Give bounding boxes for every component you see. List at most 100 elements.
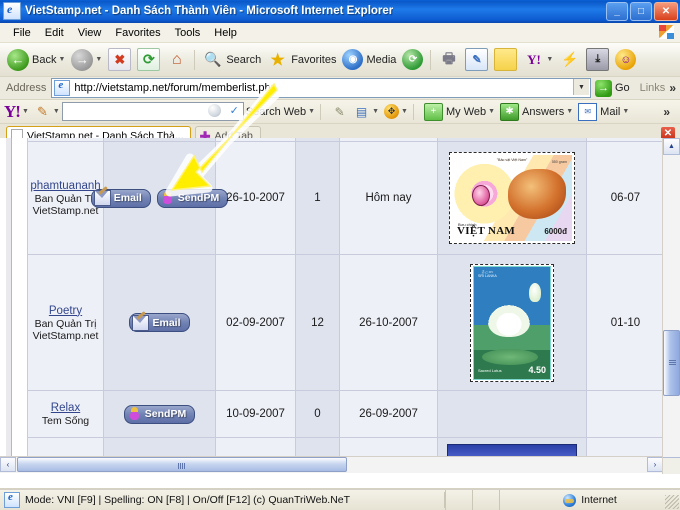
yahoo-logo-icon[interactable]: Y!: [4, 103, 21, 120]
stamp-country: VIỆT NAM: [457, 225, 516, 237]
links-label[interactable]: Links: [640, 82, 666, 94]
sendpm-button-label: SendPM: [177, 192, 220, 204]
go-button[interactable]: → Go: [594, 79, 630, 97]
yahoo-antispy-icon[interactable]: ✥: [384, 104, 400, 119]
emoticon-button[interactable]: ☺: [612, 46, 639, 74]
yahoo-highlight-icon[interactable]: ✎: [331, 104, 348, 120]
yahoo-toolbar-button[interactable]: Y! ▼: [520, 46, 556, 74]
yahoo-pencil-dropdown-icon[interactable]: ▼: [53, 108, 60, 115]
yahoo-logo-dropdown-icon[interactable]: ▼: [22, 108, 29, 115]
cell-joined: 10-09-2007: [215, 390, 296, 438]
download-button[interactable]: ⤓: [583, 46, 612, 74]
status-bar: Mode: VNI [F9] | Spelling: ON [F8] | On/…: [0, 489, 680, 510]
favorites-label: Favorites: [291, 53, 337, 66]
menu-item-favorites[interactable]: Favorites: [108, 26, 167, 40]
my-web-icon: +: [423, 102, 443, 121]
menu-item-help[interactable]: Help: [207, 26, 244, 40]
yahoo-search-dropdown-icon[interactable]: ▼: [308, 108, 315, 115]
mail-dropdown-icon[interactable]: ▼: [622, 108, 629, 115]
edit-button[interactable]: ✎: [462, 46, 491, 74]
history-button[interactable]: ⟳: [399, 46, 426, 74]
cell-posts: 1: [295, 141, 340, 255]
vertical-scrollbar[interactable]: ▲ ▼: [662, 138, 680, 474]
username-link[interactable]: Poetry: [28, 304, 103, 318]
home-button[interactable]: ⌂: [163, 46, 190, 74]
notes-button[interactable]: [491, 46, 520, 74]
stop-button[interactable]: ✖: [105, 46, 134, 74]
horizontal-scroll-thumb[interactable]: [17, 457, 347, 472]
minimize-button[interactable]: _: [606, 2, 628, 21]
my-web-button[interactable]: My Web: [446, 106, 486, 118]
yahoo-pencil-icon[interactable]: ✎: [34, 104, 51, 120]
yahoo-tabs-icon[interactable]: ▤: [353, 104, 370, 120]
username-link[interactable]: Relax: [28, 401, 103, 415]
yahoo-separator-2: [412, 103, 414, 120]
favorites-button[interactable]: ★ Favorites: [264, 46, 339, 74]
cell-contact: SendPM: [103, 390, 216, 438]
horizontal-scrollbar[interactable]: ‹ ›: [0, 456, 663, 473]
back-button[interactable]: ← Back ▼: [4, 46, 68, 74]
envelope-pencil-icon: [93, 190, 111, 206]
menu-item-view[interactable]: View: [71, 26, 109, 40]
back-dropdown-icon[interactable]: ▼: [58, 56, 65, 63]
email-button[interactable]: Email: [129, 313, 190, 332]
scroll-right-button[interactable]: ›: [647, 457, 663, 472]
address-input[interactable]: http://vietstamp.net/forum/memberlist.ph…: [51, 78, 591, 98]
back-label: Back: [32, 53, 57, 66]
refresh-button[interactable]: ⟳: [134, 46, 163, 74]
yahoo-icon: Y!: [527, 51, 541, 67]
forward-dropdown-icon[interactable]: ▼: [95, 56, 102, 63]
maximize-button[interactable]: □: [630, 2, 652, 21]
stamp-artwork: ශ්‍රී ලංකා SRI LANKA Sacred Lotus 4.50: [473, 265, 551, 380]
mail-button[interactable]: Mail: [600, 106, 620, 118]
sendpm-button[interactable]: SendPM: [156, 188, 229, 208]
forward-button[interactable]: → ▼: [68, 46, 105, 74]
scroll-up-button[interactable]: ▲: [663, 138, 680, 155]
menu-item-tools[interactable]: Tools: [168, 26, 208, 40]
toolbar-separator-1: [194, 49, 196, 70]
stamp-gem-graphic: [472, 185, 490, 206]
cell-lastvisit: 26-10-2007: [339, 254, 438, 391]
menu-bar: File Edit View Favorites Tools Help: [0, 23, 680, 43]
yahoo-search-input[interactable]: ✓: [61, 102, 244, 121]
yahoo-search-web-button[interactable]: Search Web: [246, 106, 306, 118]
cell-stamp: [437, 390, 587, 438]
sendpm-button[interactable]: SendPM: [123, 404, 196, 424]
stamp-title-line2: SRI LANKA: [478, 273, 497, 278]
address-overflow-icon[interactable]: »: [669, 81, 676, 95]
stamp-title: ශ්‍රී ලංකා SRI LANKA: [478, 270, 497, 279]
yahoo-tabs-dropdown-icon[interactable]: ▼: [372, 108, 379, 115]
close-button[interactable]: ✕: [654, 2, 678, 21]
back-arrow-icon: ←: [7, 48, 29, 71]
browser-toolbar: ← Back ▼ → ▼ ✖ ⟳ ⌂ 🔍 Search ★ Favorites …: [0, 43, 680, 77]
menu-item-file[interactable]: File: [6, 26, 38, 40]
resize-grip[interactable]: [665, 495, 679, 509]
note-icon: [494, 48, 518, 71]
email-button-label: Email: [152, 316, 181, 329]
search-button[interactable]: 🔍 Search: [199, 46, 264, 74]
vertical-scroll-thumb[interactable]: [663, 330, 680, 396]
stop-icon: ✖: [108, 48, 132, 71]
my-web-dropdown-icon[interactable]: ▼: [488, 108, 495, 115]
contact-buttons: SendPM: [104, 404, 215, 424]
scroll-left-button[interactable]: ‹: [0, 457, 16, 472]
messenger-button[interactable]: ⚡: [556, 46, 583, 74]
yahoo-dropdown-icon[interactable]: ▼: [546, 56, 553, 63]
stamp-image-srilanka: ශ්‍රී ලංකා SRI LANKA Sacred Lotus 4.50: [470, 263, 554, 382]
yahoo-overflow-icon[interactable]: »: [663, 105, 670, 119]
stamp-caption: Sacred Lotus: [478, 367, 502, 373]
cell-contact: Email: [103, 254, 216, 391]
answers-dropdown-icon[interactable]: ▼: [566, 108, 573, 115]
print-button[interactable]: 🖶: [435, 46, 462, 74]
email-button[interactable]: Email: [90, 188, 151, 208]
answers-button[interactable]: Answers: [522, 106, 564, 118]
address-dropdown-icon[interactable]: ▼: [572, 79, 589, 95]
user-rank-line2: VietStamp.net: [32, 205, 99, 217]
status-segment-a: [445, 490, 472, 510]
media-button[interactable]: ◉ Media: [339, 46, 399, 74]
cell-contact: Email SendPM: [90, 141, 229, 255]
username-link[interactable]: phamtuananh: [28, 179, 103, 193]
yahoo-antispy-dropdown-icon[interactable]: ▼: [401, 108, 408, 115]
status-text: Mode: VNI [F9] | Spelling: ON [F8] | On/…: [25, 494, 351, 506]
menu-item-edit[interactable]: Edit: [38, 26, 71, 40]
